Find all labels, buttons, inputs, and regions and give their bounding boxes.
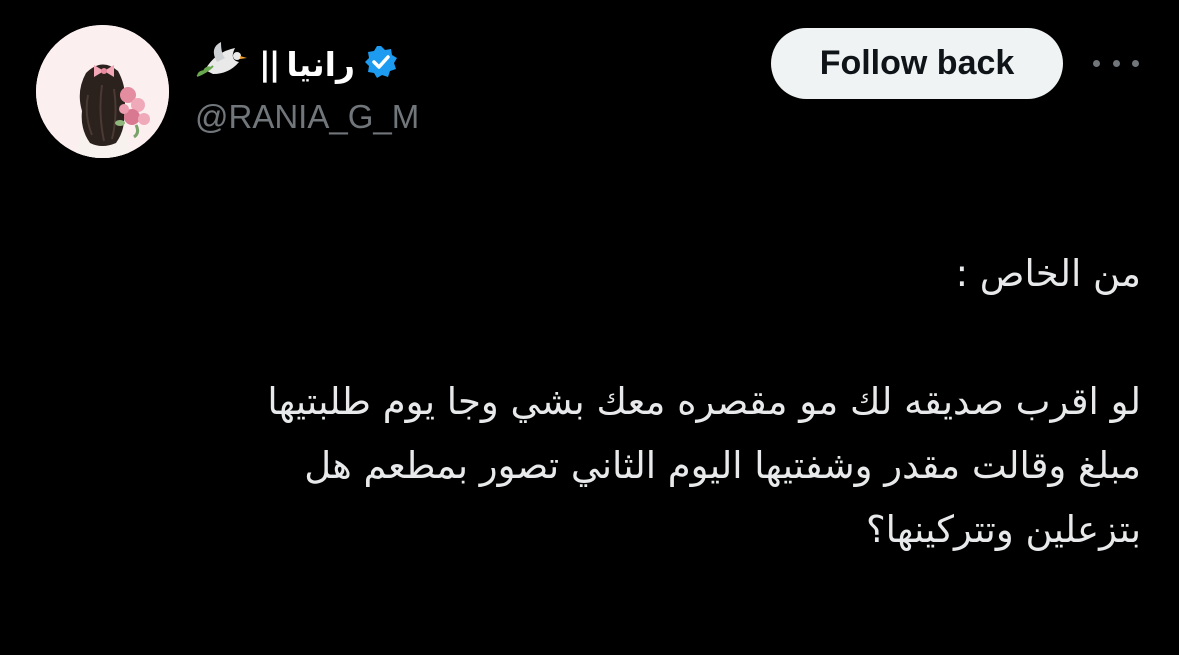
girl-with-flowers-avatar bbox=[36, 25, 169, 158]
dove-with-olive-branch-icon bbox=[195, 40, 251, 88]
name-separator: || bbox=[259, 45, 280, 83]
more-dot bbox=[1093, 59, 1100, 67]
tweet-line: لو اقرب صديقه لك مو مقصره معك بشي وجا يو… bbox=[267, 380, 1141, 423]
more-dot bbox=[1132, 59, 1139, 67]
avatar[interactable] bbox=[36, 25, 169, 158]
author-handle[interactable]: @RANIA_G_M bbox=[195, 98, 419, 136]
tweet-line: بتزعلين وتتركينها؟ bbox=[866, 508, 1141, 551]
more-options-icon[interactable] bbox=[1093, 46, 1139, 80]
follow-back-button[interactable]: Follow back bbox=[771, 28, 1063, 99]
verified-badge-icon bbox=[363, 44, 399, 84]
more-dot bbox=[1112, 59, 1120, 67]
tweet-text: من الخاص : لو اقرب صديقه لك مو مقصره معك… bbox=[41, 242, 1141, 562]
author-name[interactable]: رانيا bbox=[286, 45, 355, 84]
tweet-line: من الخاص : bbox=[955, 252, 1141, 295]
author-name-row[interactable]: || رانيا bbox=[195, 36, 399, 92]
tweet-line: مبلغ وقالت مقدر وشفتيها اليوم الثاني تصو… bbox=[304, 444, 1141, 487]
